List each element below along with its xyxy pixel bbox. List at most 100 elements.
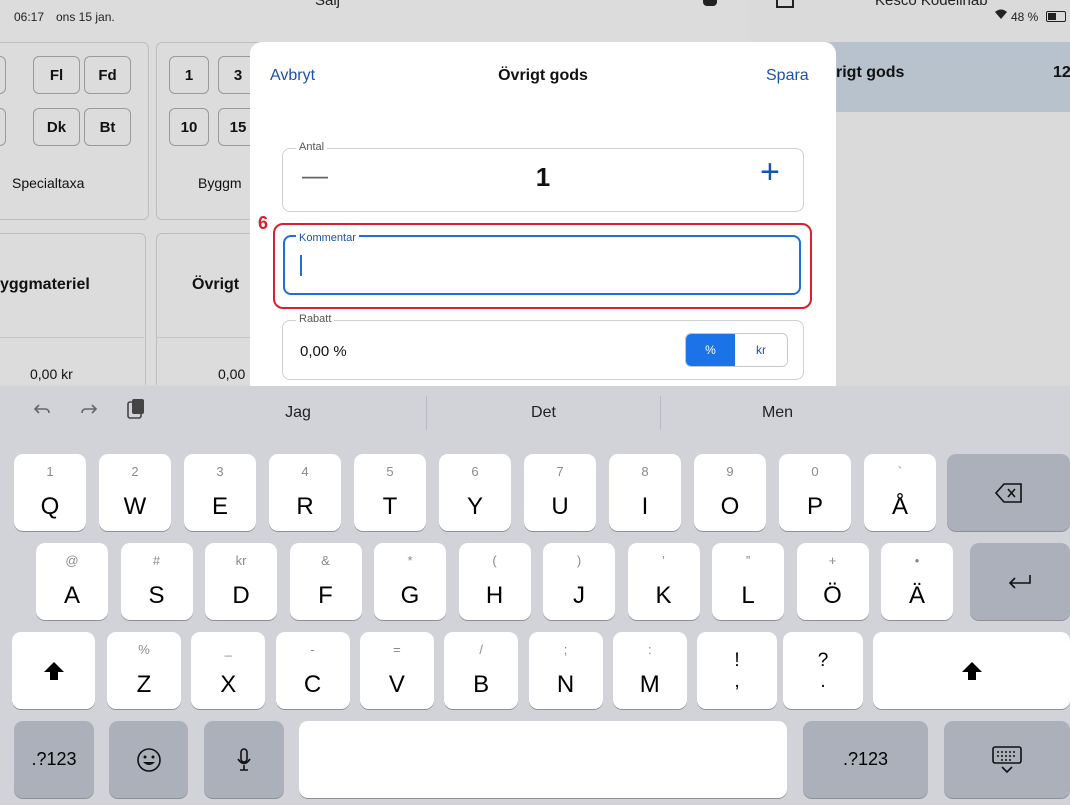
right-item-value: 12 <box>1053 64 1070 81</box>
key-exclamation[interactable]: ! , <box>697 632 777 709</box>
key-secondary-label: kr <box>235 553 247 568</box>
key-secondary-label: 3 <box>216 464 224 479</box>
undo-icon[interactable] <box>33 401 51 424</box>
key-v[interactable]: = V <box>359 632 434 709</box>
key-secondary-label: 1 <box>46 464 54 479</box>
key-secondary-label: 2 <box>131 464 139 479</box>
bg-key-partial[interactable] <box>0 108 6 146</box>
key-f[interactable]: & F <box>289 543 362 620</box>
paste-icon[interactable] <box>126 398 146 425</box>
key-label: Y <box>466 493 483 520</box>
header-title-partial: Salj <box>315 0 341 9</box>
key-label: T <box>382 493 398 520</box>
key-z[interactable]: % Z <box>107 632 181 709</box>
emoji-key[interactable] <box>109 721 188 798</box>
key-question[interactable]: ? . <box>783 632 863 709</box>
backspace-key[interactable] <box>947 454 1070 531</box>
suggestion-3[interactable]: Men <box>661 386 894 440</box>
bg-key[interactable]: 10 <box>169 108 209 146</box>
key-å[interactable]: ` Å <box>864 454 936 531</box>
key-secondary-label: ; <box>563 642 568 657</box>
quantity-value: 1 <box>535 162 551 192</box>
key-r[interactable]: 4R <box>269 454 341 531</box>
key-secondary-label: * <box>407 553 413 568</box>
key-l[interactable]: ” L <box>712 543 784 620</box>
key-n[interactable]: ; N <box>528 632 603 709</box>
key-k[interactable]: ’ K <box>627 543 700 620</box>
key-e[interactable]: 3E <box>184 454 256 531</box>
space-key[interactable] <box>299 721 787 798</box>
key-exclamation-bottom: , <box>734 670 740 692</box>
key-label: D <box>232 582 250 609</box>
dictation-key[interactable] <box>204 721 284 798</box>
key-secondary-label: # <box>152 553 161 568</box>
key-g[interactable]: * G <box>374 543 446 620</box>
key-w[interactable]: 2W <box>99 454 171 531</box>
hide-keyboard-key[interactable] <box>944 721 1070 798</box>
key-a[interactable]: @ A <box>36 543 108 620</box>
key-secondary-label: @ <box>65 553 79 568</box>
bg-key[interactable]: Fd <box>84 56 131 94</box>
key-p[interactable]: 0P <box>779 454 851 531</box>
key-label: Q <box>40 493 60 520</box>
key-label: A <box>63 582 80 609</box>
key-label: I <box>641 493 649 520</box>
discount-unit-toggle: % kr <box>685 333 788 367</box>
increment-button[interactable]: + <box>760 155 780 189</box>
numbers-key-left[interactable]: .?123 <box>14 721 94 798</box>
key-d[interactable]: kr D <box>205 543 277 620</box>
key-o[interactable]: 9O <box>694 454 766 531</box>
key-label: N <box>556 671 575 698</box>
redo-icon[interactable] <box>80 401 98 424</box>
key-m[interactable]: :M <box>612 632 687 709</box>
suggestion-1[interactable]: Jag <box>170 386 426 440</box>
key-label: R <box>296 493 314 520</box>
key-secondary-label: ` <box>897 464 903 479</box>
key-secondary-label: • <box>914 553 920 568</box>
unit-percent-option[interactable]: % <box>686 334 735 366</box>
key-u[interactable]: 7U <box>524 454 596 531</box>
key-h[interactable]: (H <box>458 543 531 620</box>
bg-key[interactable]: 1 <box>169 56 209 94</box>
comment-input[interactable] <box>283 235 801 295</box>
key-label: K <box>655 582 672 609</box>
numbers-key-right[interactable]: .?123 <box>803 721 928 798</box>
bg-key-partial[interactable] <box>0 56 6 94</box>
suggestion-2[interactable]: Det <box>427 386 660 440</box>
key-label: M <box>639 671 660 698</box>
key-s[interactable]: # S <box>120 543 193 620</box>
key-secondary-label: - <box>310 642 315 657</box>
unit-kr-option[interactable]: kr <box>735 334 787 366</box>
product-tile[interactable] <box>0 233 146 385</box>
key-secondary-label: + <box>828 553 837 568</box>
return-key[interactable] <box>970 543 1070 620</box>
shift-key-left[interactable] <box>12 632 95 709</box>
discount-value: 0,00 % <box>300 343 347 360</box>
comment-label: Kommentar <box>296 232 359 244</box>
key-q[interactable]: 1Q <box>14 454 86 531</box>
key-b[interactable]: / B <box>444 632 519 709</box>
key-y[interactable]: 6Y <box>439 454 511 531</box>
key-label: O <box>720 493 740 520</box>
key-t[interactable]: 5T <box>354 454 426 531</box>
key-j[interactable]: ) J <box>543 543 615 620</box>
key-ä[interactable]: • Ä <box>881 543 953 620</box>
shift-key-right[interactable] <box>873 632 1070 709</box>
key-label: Z <box>136 671 152 698</box>
key-label: E <box>211 493 228 520</box>
key-c[interactable]: -C <box>275 632 350 709</box>
key-x[interactable]: _ X <box>191 632 266 709</box>
bg-key[interactable]: Bt <box>84 108 131 146</box>
save-button[interactable]: Spara <box>766 67 809 85</box>
menu-icon <box>776 0 794 8</box>
key-secondary-label: 5 <box>386 464 394 479</box>
key-label: L <box>741 582 755 609</box>
bg-key[interactable]: Fl <box>33 56 80 94</box>
key-secondary-label: 8 <box>641 464 649 479</box>
modal-title: Övrigt gods <box>498 67 588 84</box>
key-label: Ö <box>823 582 842 609</box>
key-ö[interactable]: + Ö <box>796 543 869 620</box>
bg-key[interactable]: Dk <box>33 108 80 146</box>
key-secondary-label: ( <box>492 553 497 568</box>
key-i[interactable]: 8I <box>609 454 681 531</box>
